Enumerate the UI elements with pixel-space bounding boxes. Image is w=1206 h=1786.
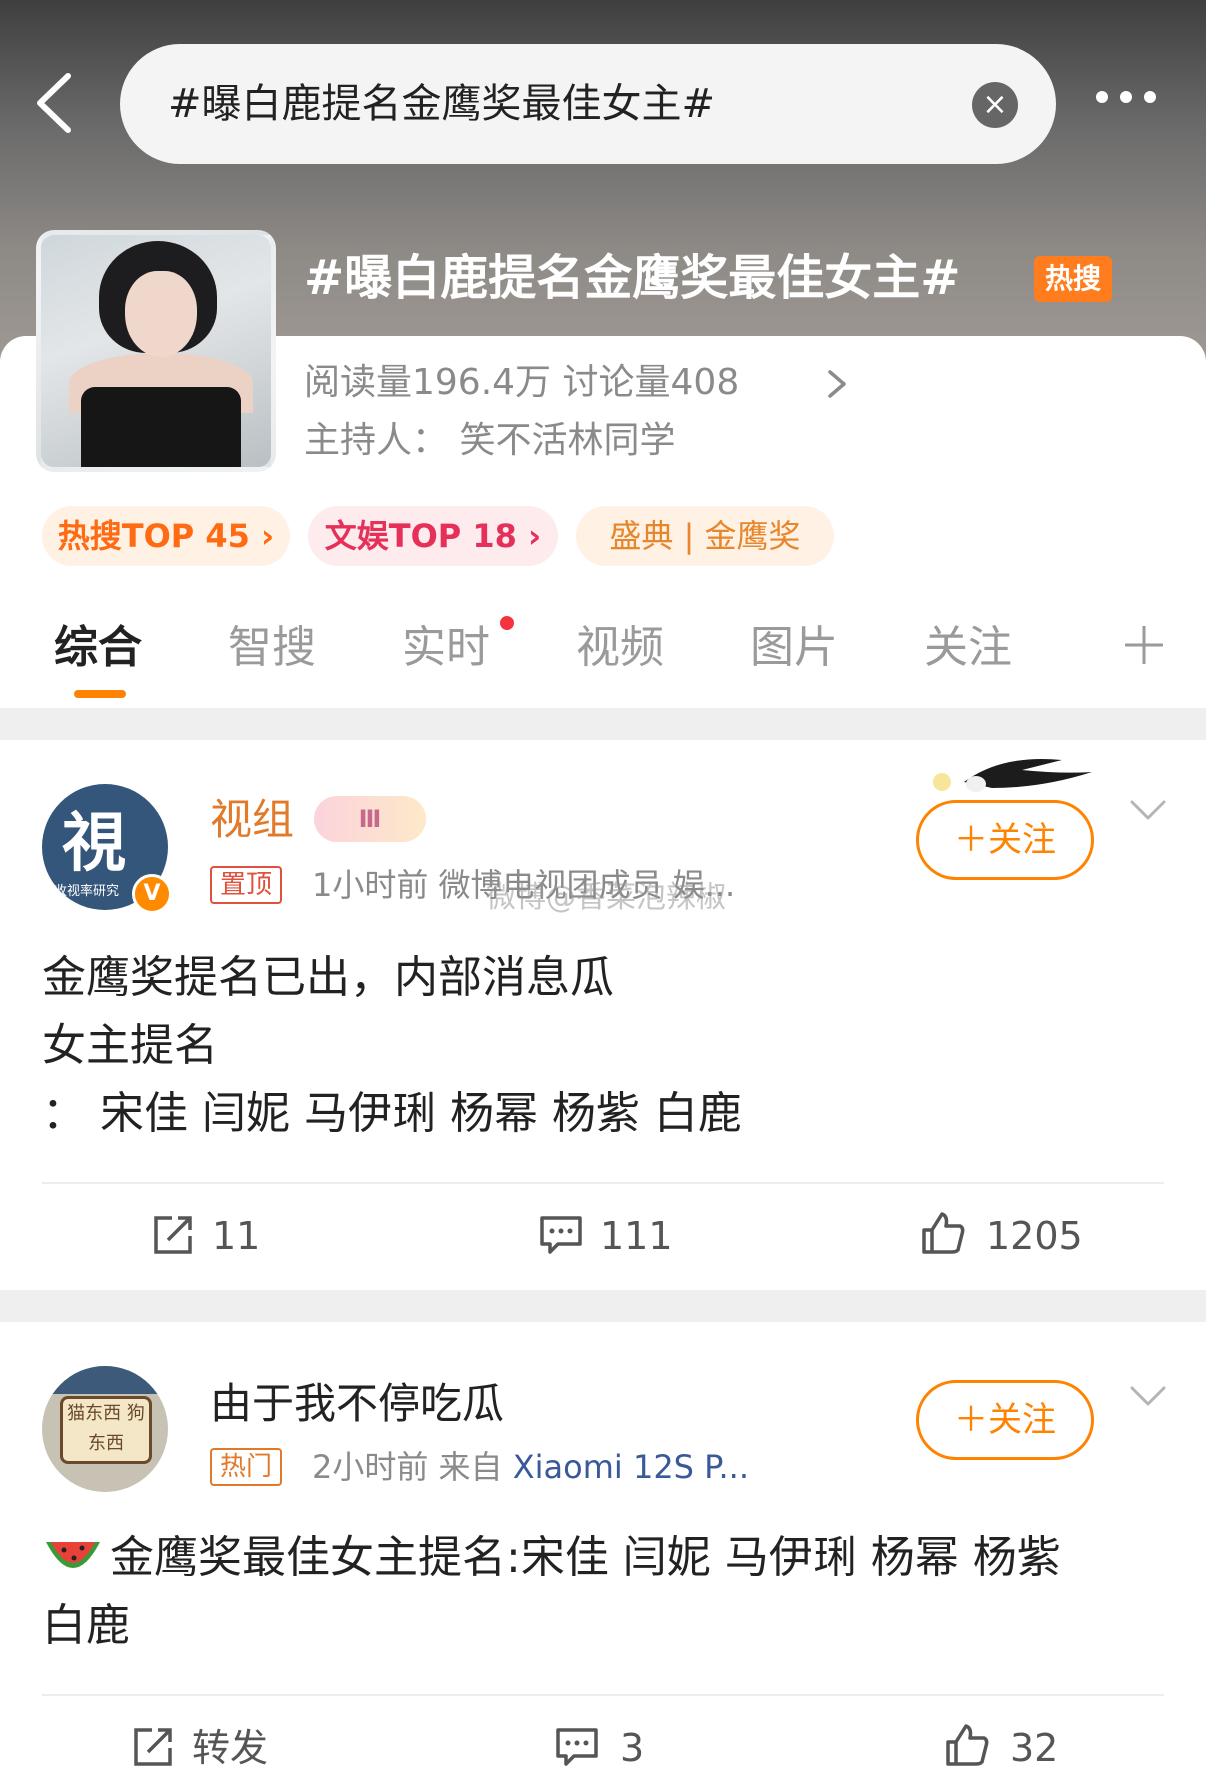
repost-icon[interactable]: [130, 1724, 176, 1770]
swallow-decoration-icon: [933, 758, 1092, 792]
tab-realtime[interactable]: 实时: [402, 618, 490, 678]
comment-icon[interactable]: [554, 1724, 600, 1770]
verified-badge: V: [132, 874, 172, 914]
follow-button[interactable]: ＋关注: [916, 1380, 1094, 1460]
post-text-line: 金鹰奖提名已出，内部消息瓜: [42, 952, 614, 1003]
comment-count[interactable]: 111: [600, 1208, 673, 1264]
tab-video[interactable]: 视频: [576, 618, 664, 678]
tab-images[interactable]: 图片: [750, 618, 838, 678]
divider: [42, 1694, 1164, 1696]
like-count[interactable]: 32: [1010, 1720, 1058, 1776]
post-text-line: ： 宋佳 闫妮 马伊琍 杨幂 杨紫 白鹿: [42, 1088, 742, 1139]
topic-host[interactable]: 主持人： 笑不活林同学: [304, 416, 675, 466]
watermark: 微博@香菜泡辣椒: [486, 880, 726, 915]
avatar-sign-text: 猫东西 狗东西: [60, 1396, 152, 1464]
hot-search-badge: 热搜: [1034, 256, 1112, 302]
like-count[interactable]: 1205: [986, 1208, 1083, 1264]
chevron-down-icon[interactable]: [1128, 796, 1168, 826]
author-name[interactable]: 由于我不停吃瓜: [210, 1374, 504, 1434]
follow-button[interactable]: ＋关注: [916, 800, 1094, 880]
search-input[interactable]: #曝白鹿提名金鹰奖最佳女主#: [168, 72, 715, 136]
add-tab-icon[interactable]: [1122, 620, 1166, 670]
pinned-tag: 置顶: [210, 866, 283, 904]
comment-count[interactable]: 3: [620, 1720, 644, 1776]
clear-icon[interactable]: ×: [972, 82, 1018, 128]
unread-dot: [500, 616, 514, 630]
like-icon[interactable]: [944, 1722, 990, 1768]
post-text-line: 白鹿: [42, 1600, 130, 1651]
post-meta: 2小时前 来自 Xiaomi 12S P...: [312, 1442, 749, 1492]
hot-search-rank-chip[interactable]: 热搜TOP 45 ›: [42, 506, 290, 566]
like-icon[interactable]: [920, 1210, 966, 1256]
chevron-down-icon[interactable]: [1128, 1382, 1168, 1412]
hot-tag: 热门: [210, 1448, 283, 1486]
topic-cover-image[interactable]: [36, 230, 276, 472]
back-arrow-icon[interactable]: [28, 68, 88, 138]
post-time: 2小时前 来自: [312, 1448, 513, 1486]
entertainment-rank-chip[interactable]: 文娱TOP 18 ›: [308, 506, 558, 566]
avatar-logo-text: 視: [62, 806, 126, 881]
avatar[interactable]: 猫东西 狗东西: [42, 1366, 168, 1492]
post-text-line: 金鹰奖最佳女主提名:宋佳 闫妮 马伊琍 杨幂 杨紫: [110, 1532, 1061, 1583]
active-tab-indicator: [74, 690, 126, 698]
chevron-right-icon[interactable]: [822, 364, 852, 404]
watermelon-emoji-icon: [46, 1542, 100, 1568]
fan-level-badge: Ⅲ: [314, 796, 426, 842]
more-options-icon[interactable]: [1096, 88, 1186, 120]
topic-title: #曝白鹿提名金鹰奖最佳女主#: [304, 250, 961, 306]
tab-following[interactable]: 关注: [924, 618, 1012, 678]
repost-count[interactable]: 11: [212, 1208, 260, 1264]
ceremony-chip[interactable]: 盛典 | 金鹰奖: [576, 506, 834, 566]
divider: [42, 1182, 1164, 1184]
repost-icon[interactable]: [150, 1212, 196, 1258]
comment-icon[interactable]: [538, 1212, 584, 1258]
avatar-caption: 收视率研究: [54, 884, 120, 899]
author-name[interactable]: 视组: [210, 790, 294, 850]
tab-smart-search[interactable]: 智搜: [228, 618, 316, 678]
repost-button[interactable]: 转发: [192, 1720, 268, 1776]
tab-all[interactable]: 综合: [54, 618, 142, 678]
topic-stats[interactable]: 阅读量196.4万 讨论量408: [304, 358, 739, 408]
post-source-device: Xiaomi 12S P...: [512, 1448, 749, 1486]
post-text-line: 女主提名: [42, 1020, 218, 1071]
